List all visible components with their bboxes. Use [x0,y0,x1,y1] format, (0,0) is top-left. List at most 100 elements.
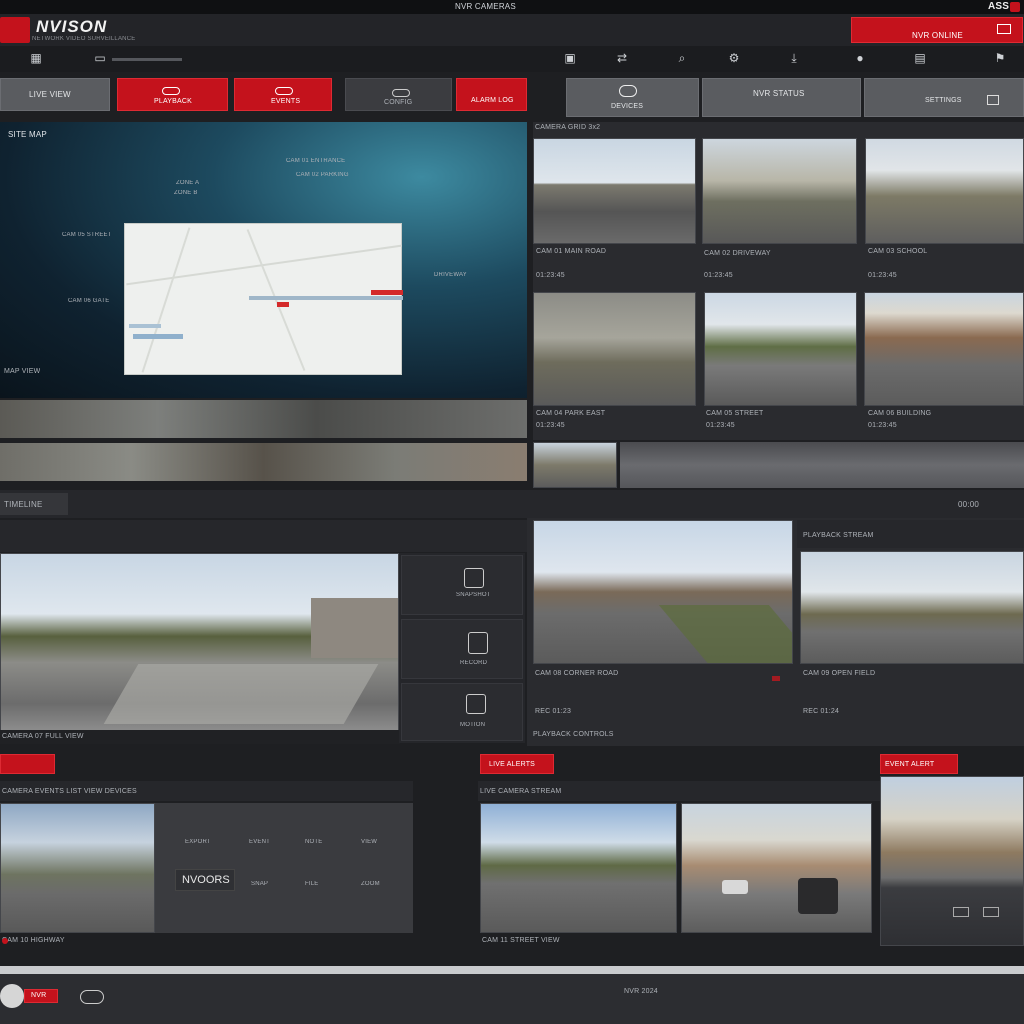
map-panel-title: SITE MAP [8,130,47,139]
tab-label: SETTINGS [925,97,962,104]
grid-label: FILE [305,881,319,887]
camera-tile-2[interactable] [702,138,857,244]
grid-label: NOTE [305,839,323,845]
camera-caption: CAM 08 CORNER ROAD [535,670,619,677]
sidewalk [103,664,379,724]
camera-icon[interactable]: ▣ [562,51,578,65]
playback-header: PLAYBACK STREAM [797,520,1024,548]
bottom-left-camera[interactable] [0,803,155,933]
storage-icon[interactable]: ▤ [912,51,928,65]
layout-icon[interactable]: ▭ [92,51,108,65]
monitor-icon [997,24,1011,34]
bottom-right-camera-1[interactable] [480,803,677,933]
record-button[interactable]: RECORD [401,619,523,679]
side-button-panel: SNAPSHOT RECORD MOTION [399,553,525,743]
bottom-right-header: LIVE CAMERA STREAM [478,781,898,801]
filmstrip-top [0,400,527,438]
grid-label: EXPORT [185,839,211,845]
event-alert-tab[interactable]: EVENT ALERT [880,754,958,774]
timeline-label-box: TIMELINE [0,493,68,515]
motion-icon [466,694,486,714]
grid-label: VIEW [361,839,378,845]
parked-car [798,878,838,914]
playback-icon[interactable]: ⇄ [612,51,632,65]
camera-sub: 01:23:45 [536,422,565,429]
user-icon[interactable]: ⚑ [992,51,1008,65]
map-road [246,229,306,371]
tab-label: PLAYBACK [154,98,193,105]
playback-cam-2[interactable] [800,551,1024,664]
camera-caption: CAM 05 STREET [706,410,764,417]
tab-live-view[interactable]: LIVE VIEW [0,78,110,111]
tab-devices[interactable]: DEVICES [566,78,699,117]
camera-sub: REC 01:23 [535,708,572,715]
footer: NVR NVR 2024 [0,974,1024,1024]
camera-tile-6[interactable] [864,292,1024,406]
settings-icon[interactable]: ⚙ [726,51,742,65]
tab-config[interactable]: CONFIG [345,78,452,111]
tab-events[interactable]: EVENTS [234,78,332,111]
brand-name: NVISON [36,17,108,36]
playback-header-text: PLAYBACK STREAM [803,532,874,539]
building [311,598,398,658]
close-icon[interactable] [1010,2,1020,12]
bottom-right-caption: CAM 11 STREET VIEW [482,937,560,944]
top-right-text: ASS [988,1,1010,12]
map-zone [129,324,161,328]
export-icon[interactable]: ⤓ [786,51,802,65]
control-chip[interactable] [983,907,999,917]
map-view[interactable] [124,223,403,375]
brand-tagline: NETWORK VIDEO SURVEILLANCE [32,36,136,42]
camera-tile-3[interactable] [865,138,1024,244]
tab-settings[interactable]: SETTINGS [864,78,1024,117]
bottom-right-camera-3[interactable] [880,776,1024,946]
map-marker [277,302,289,307]
tab-nvr-status[interactable]: NVR STATUS [702,78,861,117]
camera-sub: 01:23:45 [536,272,565,279]
footer-cloud-icon [80,990,104,1004]
tab-alarm-log[interactable]: ALARM LOG [456,78,527,111]
tab-label: ALERTS [11,761,17,762]
camera-tile-1[interactable] [533,138,696,244]
timeline-bar[interactable]: TIMELINE 00:00 [0,490,1024,518]
snapshot-icon [464,568,484,588]
tab-label: EVENT ALERT [885,761,935,768]
snapshot-button[interactable]: SNAPSHOT [401,555,523,615]
camera-caption: CAM 09 OPEN FIELD [803,670,876,677]
camera-strip-thumb[interactable] [533,442,617,488]
bottom-right-header-text: LIVE CAMERA STREAM [480,788,562,795]
button-label: MOTION [460,722,486,728]
map-road [141,227,191,373]
car-far [722,880,748,894]
map-panel[interactable]: SITE MAP CAM 01 ENTRANCE CAM 02 PARKING … [0,122,527,398]
status-panel[interactable]: NVR ONLINE [851,17,1023,43]
search-icon[interactable]: ⌕ [674,51,690,65]
playback-cam-1[interactable] [533,520,793,664]
camera-tile-4[interactable] [533,292,696,406]
bottom-right-camera-2[interactable] [681,803,872,933]
footer-divider [0,966,1024,974]
tab-playback[interactable]: PLAYBACK [117,78,228,111]
control-chip[interactable] [953,907,969,917]
big-camera-view[interactable] [0,553,399,742]
map-status: MAP VIEW [4,368,41,375]
motion-button[interactable]: MOTION [401,683,523,741]
timeline-right-label: 00:00 [958,500,980,509]
bottom-left-brand-box[interactable]: NVOORS [175,869,235,891]
camera-sub: 01:23:45 [704,272,733,279]
header: NVISON NETWORK VIDEO SURVEILLANCE NVR ON… [0,14,1024,46]
footer-badge[interactable]: NVR [24,989,58,1003]
grid-header: CAMERA GRID 3x2 [535,124,601,131]
alerts-tab[interactable]: ALERTS [0,754,55,774]
config-icon [392,89,410,97]
grid-icon[interactable]: ▦ [28,51,44,65]
camera-tile-5[interactable] [704,292,857,406]
record-icon[interactable]: ● [852,51,868,65]
live-alerts-tab[interactable]: LIVE ALERTS [480,754,554,774]
grid-label: EVENT [249,839,271,845]
cloud-icon [619,85,637,97]
tab-label: EVENTS [271,98,301,105]
camera-caption: CAM 03 SCHOOL [868,248,928,255]
map-route [249,296,403,300]
footer-badge-label: NVR [31,992,47,999]
